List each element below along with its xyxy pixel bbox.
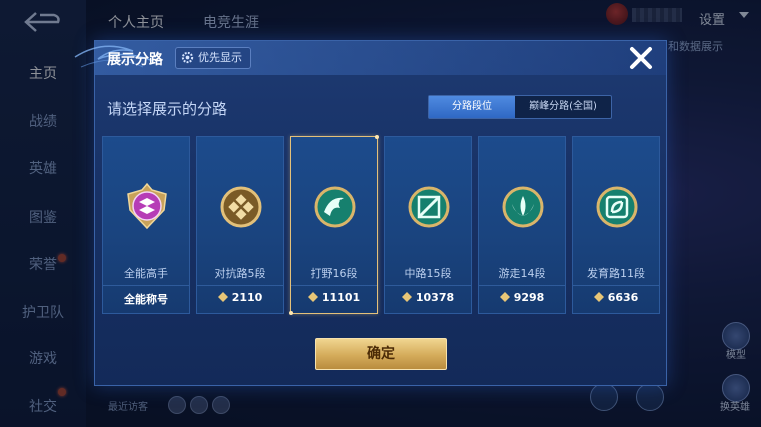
- lane-mode-toggle: 分路段位 巅峰分路(全国): [428, 95, 612, 119]
- dialog-header: 展示分路 优先显示: [74, 41, 666, 75]
- rank-score-icon: [307, 292, 318, 302]
- mid-lane-icon: [408, 186, 450, 228]
- lane-card-roam[interactable]: 游走14段 9298: [478, 136, 566, 314]
- roam-icon: [502, 186, 544, 228]
- card-divider: [291, 285, 377, 286]
- card-label: 游走14段: [498, 267, 546, 280]
- card-label: 对抗路5段: [214, 267, 266, 280]
- rank-score-icon: [217, 292, 228, 302]
- corner-dot: [375, 135, 379, 139]
- card-score: 11101: [291, 291, 377, 304]
- confirm-button[interactable]: 确定: [315, 338, 447, 370]
- card-divider: [479, 285, 565, 286]
- card-label: 打野16段: [310, 267, 358, 280]
- farm-lane-icon: [596, 186, 638, 228]
- card-label: 中路15段: [404, 267, 452, 280]
- tab-lane-rank[interactable]: 分路段位: [429, 96, 515, 118]
- rank-score-icon: [401, 292, 412, 302]
- lane-cards: 全能高手 全能称号 对抗路5段 2110 打野16段 11101 中路15段 1…: [102, 135, 662, 316]
- close-icon[interactable]: [627, 44, 655, 72]
- card-label: 全能高手: [124, 267, 168, 280]
- lane-card-clash[interactable]: 对抗路5段 2110: [196, 136, 284, 314]
- card-divider: [197, 285, 283, 286]
- dialog-title: 展示分路: [107, 52, 163, 68]
- card-score: 9298: [479, 291, 565, 304]
- card-score: 6636: [573, 291, 659, 304]
- lane-card-mid[interactable]: 中路15段 10378: [384, 136, 472, 314]
- card-divider: [103, 285, 189, 286]
- corner-dot: [289, 311, 293, 315]
- lane-card-jungle[interactable]: 打野16段 11101: [289, 135, 379, 315]
- rank-score-icon: [499, 292, 510, 302]
- allround-icon: [127, 182, 167, 230]
- card-score: 10378: [385, 291, 471, 304]
- lane-display-dialog: 展示分路 优先显示 请选择展示的分路 分路段位 巅峰分路(全国) 全能高手 全能: [74, 40, 667, 386]
- tab-peak-lane[interactable]: 巅峰分路(全国): [515, 96, 611, 118]
- clash-lane-icon: [220, 186, 262, 228]
- dialog-subtitle: 请选择展示的分路: [107, 100, 228, 118]
- jungle-icon: [314, 186, 356, 228]
- card-divider: [573, 285, 659, 286]
- card-label: 发育路11段: [587, 267, 645, 280]
- lane-card-farm[interactable]: 发育路11段 6636: [572, 136, 660, 314]
- lane-card-allround[interactable]: 全能高手 全能称号: [102, 136, 190, 314]
- card-score: 2110: [197, 291, 283, 304]
- priority-display-label: 优先显示: [198, 51, 242, 64]
- priority-display-button[interactable]: 优先显示: [175, 47, 251, 69]
- card-score: 全能称号: [124, 293, 168, 306]
- rank-score-icon: [593, 292, 604, 302]
- card-divider: [385, 285, 471, 286]
- gear-icon: [181, 51, 194, 64]
